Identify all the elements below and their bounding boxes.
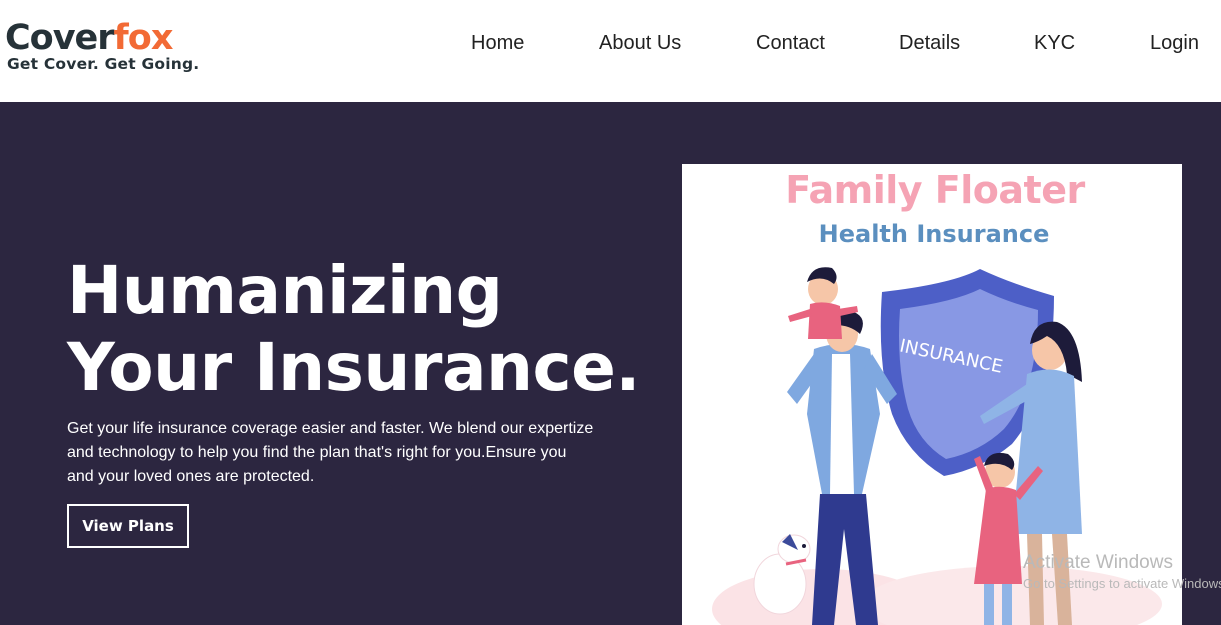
hero-title-line-1: Humanizing <box>67 252 503 329</box>
family-floater-promo-image: Family Floater Health Insurance INSURANC… <box>682 164 1182 625</box>
shield-label: INSURANCE <box>898 335 1005 377</box>
nav-contact-link[interactable]: Contact <box>756 32 825 55</box>
hero-description: Get your life insurance coverage easier … <box>67 420 594 485</box>
nav-kyc-link[interactable]: KYC <box>1034 32 1075 55</box>
logo-cover-text: Cover <box>5 18 115 58</box>
logo-fox-text: fox <box>113 18 174 58</box>
nav-details-link[interactable]: Details <box>899 32 960 55</box>
coverfox-logo[interactable]: Coverfox Get Cover. Get Going. <box>5 18 250 78</box>
shield-insurance-text: INSURANCE <box>898 335 1005 377</box>
top-navbar: Coverfox Get Cover. Get Going. Home Abou… <box>0 0 1221 102</box>
logo-tagline: Get Cover. Get Going. <box>7 55 200 73</box>
view-plans-button[interactable]: View Plans <box>67 504 189 548</box>
nav-home-link[interactable]: Home <box>471 32 524 55</box>
hero-title-line-2: Your Insurance. <box>67 329 640 406</box>
nav-about-us-link[interactable]: About Us <box>599 32 681 55</box>
nav-login-link[interactable]: Login <box>1150 32 1199 55</box>
hero-title: Humanizing Your Insurance. <box>67 252 640 406</box>
logo-wordmark: Coverfox <box>5 18 174 58</box>
